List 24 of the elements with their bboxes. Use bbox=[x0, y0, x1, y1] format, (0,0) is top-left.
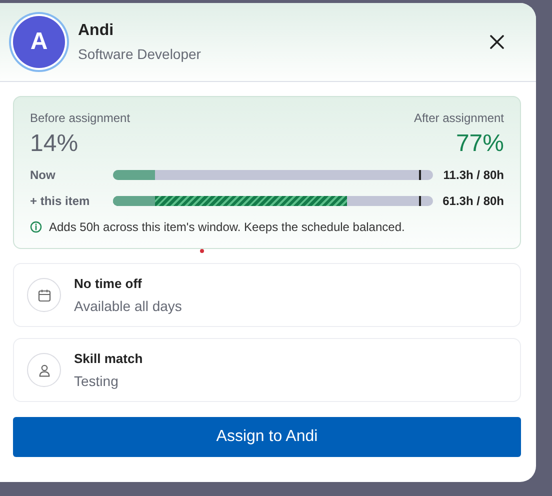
info-icon bbox=[30, 221, 42, 233]
person-name: Andi bbox=[78, 22, 115, 40]
hours-reading: 11.3h / 80h bbox=[442, 168, 504, 182]
calendar-icon bbox=[38, 288, 50, 302]
close-icon bbox=[490, 35, 504, 49]
before-value: 14% bbox=[30, 130, 80, 158]
card-detail: Testing bbox=[74, 373, 120, 389]
note-text: Adds 50h across this item's window. Keeps the schedule balanced. bbox=[49, 220, 405, 234]
bar-label: Now bbox=[30, 168, 56, 182]
person-role: Software Developer bbox=[78, 46, 202, 62]
card-title: Skill match bbox=[74, 351, 143, 366]
before-label: Before assignment bbox=[30, 111, 130, 125]
person-icon bbox=[38, 364, 50, 376]
indicator-dot bbox=[200, 249, 204, 253]
card-detail: Available all days bbox=[74, 298, 182, 314]
after-value: 77% bbox=[454, 130, 504, 158]
card-title: No time off bbox=[74, 276, 143, 291]
after-label: After assignment bbox=[414, 111, 504, 125]
bar-label: + this item bbox=[30, 194, 91, 208]
capacity-marker bbox=[418, 196, 421, 206]
hours-reading: 61.3h / 80h bbox=[442, 194, 504, 208]
capacity-marker bbox=[418, 170, 421, 180]
assign-button[interactable]: Assign to Andi bbox=[13, 417, 521, 457]
avatar: A bbox=[13, 16, 65, 68]
